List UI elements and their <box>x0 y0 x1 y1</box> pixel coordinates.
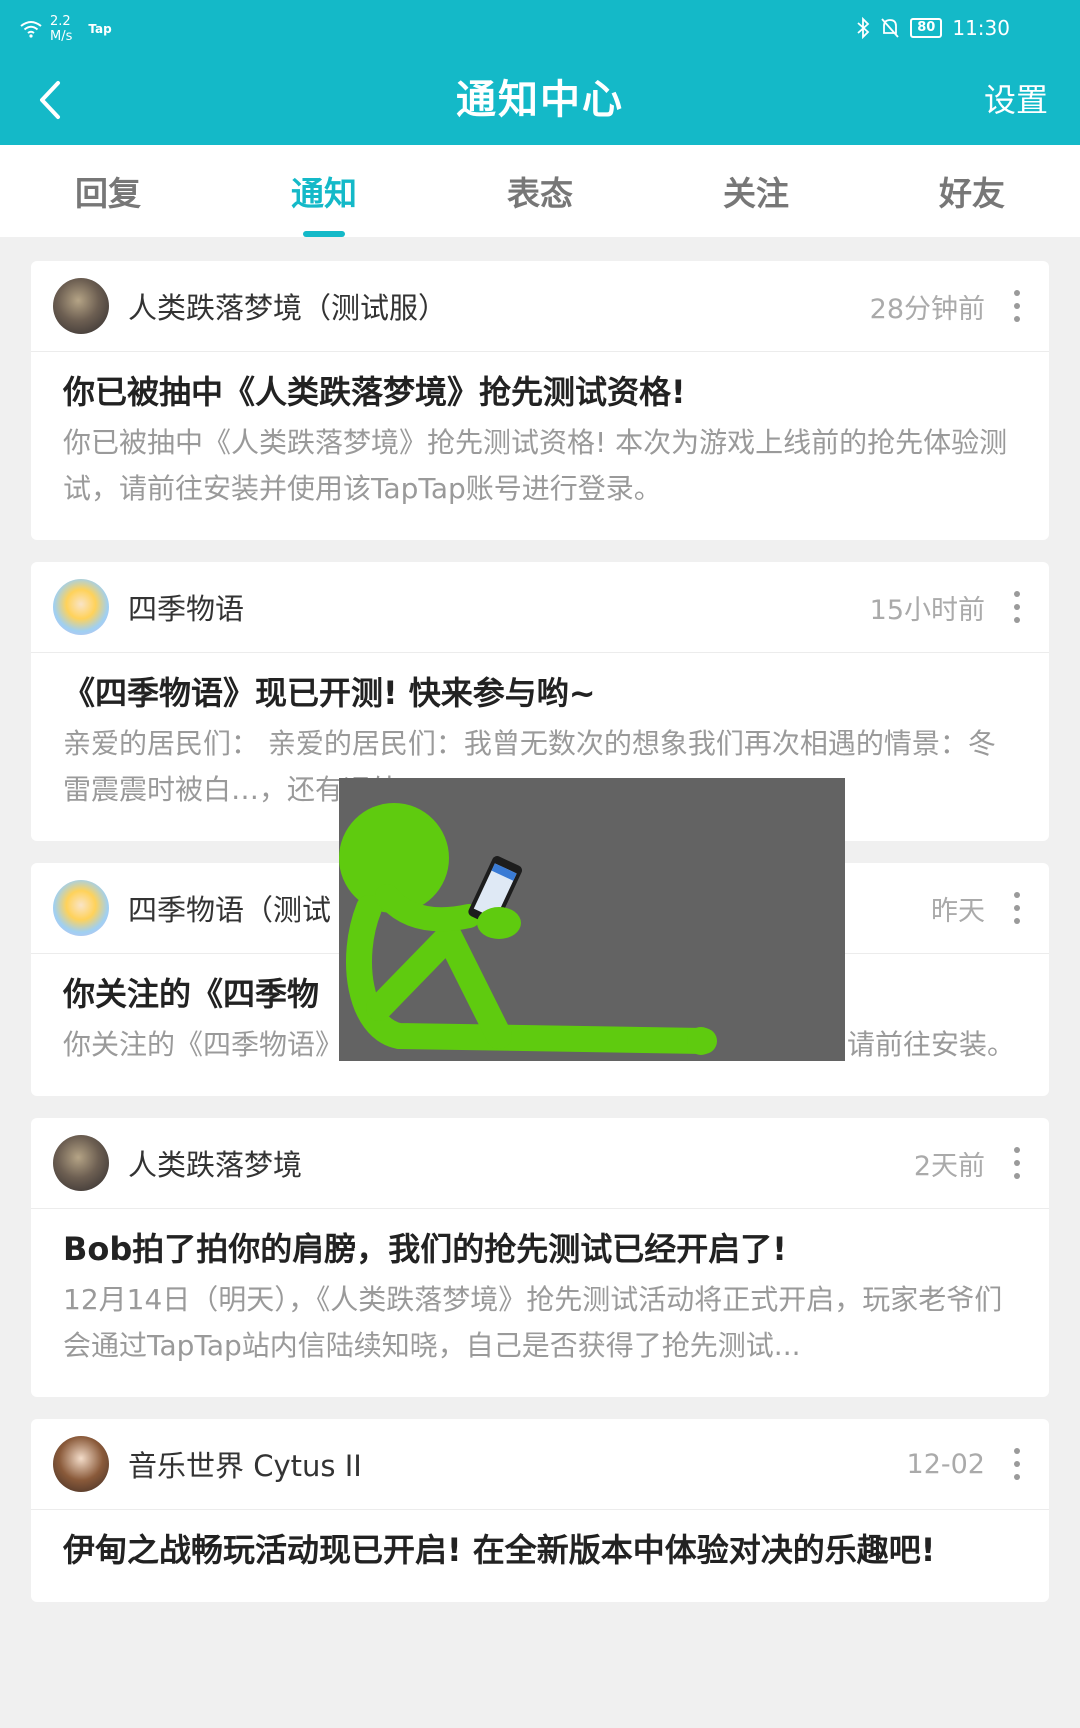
source-name[interactable]: 人类跌落梦境 <box>128 1142 914 1184</box>
timestamp: 昨天 <box>931 895 985 927</box>
avatar[interactable] <box>53 1135 109 1191</box>
notification-text: 12月14日（明天），《人类跌落梦境》抢先测试活动将正式开启，玩家老爷们会通过T… <box>63 1283 1003 1362</box>
status-bar-right: 80 11:30 <box>856 16 1010 40</box>
notification-title: 《四季物语》现已开测! 快来参与哟~ <box>63 674 596 712</box>
tab-bar: 回复 通知 表态 关注 好友 <box>0 145 1080 237</box>
avatar[interactable] <box>53 1436 109 1492</box>
notification-title: 伊甸之战畅玩活动现已开启! 在全新版本中体验对决的乐趣吧! <box>63 1531 936 1569</box>
avatar[interactable] <box>53 278 109 334</box>
more-options-button[interactable] <box>1007 286 1027 326</box>
card-header: 音乐世界 Cytus II 12-02 <box>31 1419 1049 1510</box>
notification-title: Bob拍了拍你的肩膀，我们的抢先测试已经开启了! <box>63 1230 787 1268</box>
tab-replies[interactable]: 回复 <box>0 145 216 237</box>
more-options-button[interactable] <box>1007 1143 1027 1183</box>
source-name[interactable]: 四季物语 <box>128 586 870 628</box>
battery-icon: 80 <box>910 18 943 38</box>
stick-figure-phone-icon <box>339 803 717 1055</box>
notification-text: 你已被抽中《人类跌落梦境》抢先测试资格! 本次为游戏上线前的抢先体验测试，请前往… <box>63 426 1008 505</box>
network-speed: 2.2 M/s <box>50 14 72 44</box>
card-body: Bob拍了拍你的肩膀，我们的抢先测试已经开启了! 12月14日（明天），《人类跌… <box>31 1209 1049 1397</box>
wifi-icon <box>20 21 42 38</box>
notification-card[interactable]: 人类跌落梦境（测试服） 28分钟前 你已被抽中《人类跌落梦境》抢先测试资格! 你… <box>31 261 1049 540</box>
notification-title: 你已被抽中《人类跌落梦境》抢先测试资格! <box>63 373 686 411</box>
notification-card[interactable]: 人类跌落梦境 2天前 Bob拍了拍你的肩膀，我们的抢先测试已经开启了! 12月1… <box>31 1118 1049 1397</box>
tab-friends[interactable]: 好友 <box>864 145 1080 237</box>
card-header: 四季物语 15小时前 <box>31 562 1049 653</box>
more-options-button[interactable] <box>1007 888 1027 928</box>
settings-button[interactable]: 设置 <box>984 72 1048 128</box>
card-header: 人类跌落梦境（测试服） 28分钟前 <box>31 261 1049 352</box>
mute-bell-icon <box>881 18 899 38</box>
card-header: 人类跌落梦境 2天前 <box>31 1118 1049 1209</box>
more-options-button[interactable] <box>1007 587 1027 627</box>
tab-notifications[interactable]: 通知 <box>216 145 432 237</box>
more-options-button[interactable] <box>1007 1444 1027 1484</box>
tab-reactions[interactable]: 表态 <box>432 145 648 237</box>
network-speed-unit: M/s <box>50 29 73 44</box>
status-bar-left: 2.2 M/s Tap <box>20 14 112 44</box>
page-title: 通知中心 <box>456 77 624 123</box>
avatar[interactable] <box>53 880 109 936</box>
notification-card[interactable]: 音乐世界 Cytus II 12-02 伊甸之战畅玩活动现已开启! 在全新版本中… <box>31 1419 1049 1602</box>
timestamp: 12-02 <box>906 1448 985 1480</box>
timestamp: 28分钟前 <box>869 293 985 325</box>
tab-follows[interactable]: 关注 <box>648 145 864 237</box>
bluetooth-icon <box>857 17 870 39</box>
card-body: 你已被抽中《人类跌落梦境》抢先测试资格! 你已被抽中《人类跌落梦境》抢先测试资格… <box>31 352 1049 540</box>
loading-animation-overlay <box>339 778 845 1061</box>
source-name[interactable]: 人类跌落梦境（测试服） <box>128 285 870 327</box>
top-bar: 2.2 M/s Tap 80 11:30 通知中心 设置 <box>0 0 1080 145</box>
taptap-notification-icon: Tap <box>88 22 112 36</box>
card-body: 伊甸之战畅玩活动现已开启! 在全新版本中体验对决的乐趣吧! <box>31 1510 1049 1602</box>
source-name[interactable]: 音乐世界 Cytus II <box>128 1443 907 1485</box>
timestamp: 2天前 <box>913 1150 985 1182</box>
network-speed-value: 2.2 <box>50 14 71 29</box>
clock: 11:30 <box>952 16 1010 40</box>
avatar[interactable] <box>53 579 109 635</box>
timestamp: 15小时前 <box>869 594 985 626</box>
